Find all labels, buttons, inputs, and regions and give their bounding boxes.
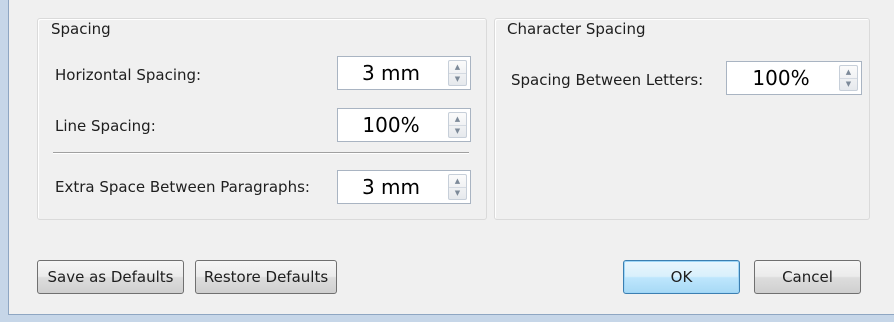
- spacing-between-letters-label: Spacing Between Letters:: [511, 71, 704, 89]
- horizontal-spacing-spinbox[interactable]: 3 mm ▲ ▼: [337, 56, 471, 90]
- line-spacing-stepper: ▲ ▼: [448, 112, 467, 138]
- spacing-separator: [53, 152, 469, 154]
- spacing-between-letters-spinbox[interactable]: 100% ▲ ▼: [726, 61, 862, 95]
- cancel-button[interactable]: Cancel: [754, 260, 861, 294]
- extra-space-label: Extra Space Between Paragraphs:: [55, 178, 310, 196]
- character-spacing-group-title: Character Spacing: [507, 20, 646, 38]
- line-spacing-value[interactable]: 100%: [338, 109, 444, 141]
- horizontal-spacing-stepper: ▲ ▼: [448, 60, 467, 86]
- spacing-between-letters-stepper: ▲ ▼: [839, 65, 858, 91]
- spin-down-icon[interactable]: ▼: [840, 78, 857, 90]
- ok-button[interactable]: OK: [623, 260, 740, 294]
- extra-space-spinbox[interactable]: 3 mm ▲ ▼: [337, 170, 471, 204]
- line-spacing-spinbox[interactable]: 100% ▲ ▼: [337, 108, 471, 142]
- line-spacing-label: Line Spacing:: [55, 117, 156, 135]
- save-as-defaults-button[interactable]: Save as Defaults: [37, 260, 184, 294]
- extra-space-stepper: ▲ ▼: [448, 174, 467, 200]
- horizontal-spacing-value[interactable]: 3 mm: [338, 57, 444, 89]
- spin-down-icon[interactable]: ▼: [449, 187, 466, 199]
- spacing-between-letters-value[interactable]: 100%: [727, 62, 835, 94]
- restore-defaults-button[interactable]: Restore Defaults: [195, 260, 337, 294]
- character-spacing-group: [494, 18, 870, 220]
- spacing-dialog: Spacing Horizontal Spacing: 3 mm ▲ ▼ Lin…: [8, 0, 894, 315]
- extra-space-value[interactable]: 3 mm: [338, 171, 444, 203]
- spacing-group-title: Spacing: [51, 20, 111, 38]
- spin-down-icon[interactable]: ▼: [449, 73, 466, 85]
- horizontal-spacing-label: Horizontal Spacing:: [55, 66, 202, 84]
- spin-down-icon[interactable]: ▼: [449, 125, 466, 137]
